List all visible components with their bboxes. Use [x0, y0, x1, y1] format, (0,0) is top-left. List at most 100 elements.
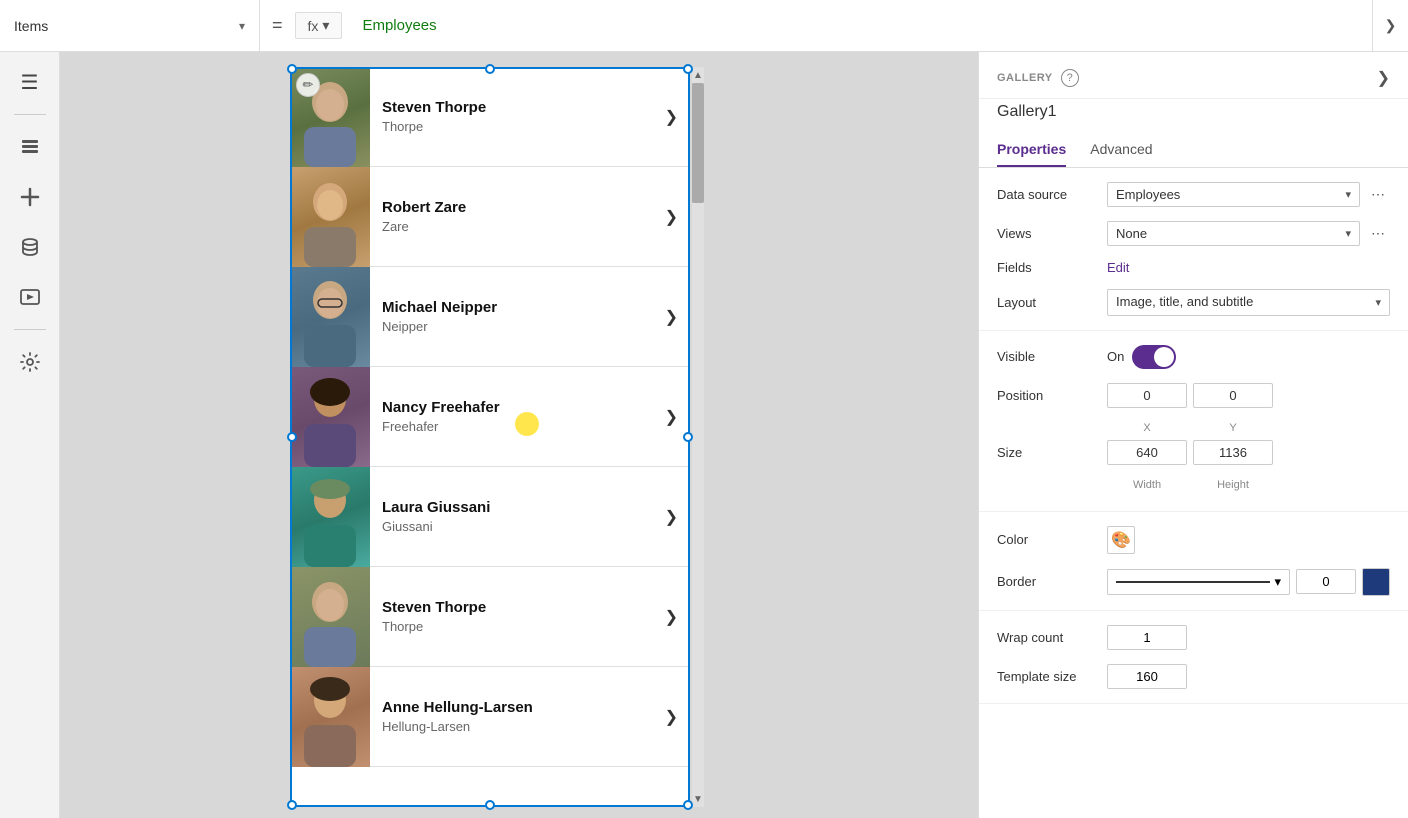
- help-icon[interactable]: ?: [1061, 69, 1079, 87]
- visible-on-label: On: [1107, 349, 1124, 364]
- visible-label: Visible: [997, 349, 1107, 364]
- fields-edit-link[interactable]: Edit: [1107, 260, 1129, 275]
- views-more-btn[interactable]: ⋯: [1366, 222, 1390, 246]
- wrap-input[interactable]: [1107, 625, 1187, 650]
- item-text-4: Laura Giussani Giussani: [370, 487, 665, 546]
- sidebar-item-layers[interactable]: [8, 125, 52, 169]
- topbar: Items ▾ = fx ▾ Employees ❯: [0, 0, 1408, 52]
- datasource-dropdown[interactable]: Employees ▾: [1107, 182, 1360, 207]
- sidebar-divider-2: [14, 329, 46, 330]
- scroll-arrow-down[interactable]: ▼: [692, 791, 704, 807]
- wrap-control: [1107, 625, 1390, 650]
- item-chevron-5: ❯: [665, 607, 690, 627]
- fx-button[interactable]: fx ▾: [295, 12, 343, 39]
- visible-section: Visible On Position X Y Size: [979, 331, 1408, 512]
- color-label: Color: [997, 532, 1107, 547]
- scroll-arrow-up[interactable]: ▲: [692, 67, 704, 83]
- views-dropdown[interactable]: None ▾: [1107, 221, 1360, 246]
- color-border-section: Color 🎨 Border ▾: [979, 512, 1408, 611]
- gallery-wrapper: ✏ Steven Thorpe Thorpe ❯: [290, 67, 690, 807]
- items-dropdown-arrow: ▾: [239, 19, 245, 33]
- tab-advanced[interactable]: Advanced: [1090, 133, 1152, 167]
- item-image-6: [290, 667, 370, 767]
- fields-row: Fields Edit: [997, 260, 1390, 275]
- canvas: ✏ Steven Thorpe Thorpe ❯: [60, 52, 978, 818]
- item-text-6: Anne Hellung-Larsen Hellung-Larsen: [370, 687, 665, 746]
- border-value-input[interactable]: [1296, 569, 1356, 594]
- position-y-input[interactable]: [1193, 383, 1273, 408]
- tab-properties[interactable]: Properties: [997, 133, 1066, 167]
- visible-toggle[interactable]: [1132, 345, 1176, 369]
- border-style-ctrl[interactable]: ▾: [1107, 569, 1290, 595]
- layout-dropdown[interactable]: Image, title, and subtitle ▾: [1107, 289, 1390, 316]
- item-name-6: Anne Hellung-Larsen: [382, 699, 653, 716]
- fields-label: Fields: [997, 260, 1107, 275]
- sidebar-item-tools[interactable]: [8, 340, 52, 384]
- item-name-2: Michael Neipper: [382, 299, 653, 316]
- items-dropdown[interactable]: Items ▾: [0, 0, 260, 51]
- item-image-4: [290, 467, 370, 567]
- views-control: None ▾ ⋯: [1107, 221, 1390, 246]
- formula-bar[interactable]: Employees: [350, 0, 1372, 51]
- item-text-5: Steven Thorpe Thorpe: [370, 587, 665, 646]
- items-dropdown-label: Items: [14, 18, 231, 34]
- datasource-more-btn[interactable]: ⋯: [1366, 183, 1390, 207]
- formula-expand-arrow[interactable]: ❯: [1372, 0, 1408, 51]
- item-name-0: Steven Thorpe: [382, 99, 653, 116]
- datasource-value: Employees: [1116, 187, 1341, 202]
- position-inputs: [1107, 383, 1390, 408]
- sidebar-item-media[interactable]: [8, 275, 52, 319]
- item-subtitle-5: Thorpe: [382, 619, 653, 634]
- formula-value: Employees: [362, 17, 436, 34]
- border-style-arrow: ▾: [1274, 574, 1281, 590]
- panel-tabs: Properties Advanced: [979, 133, 1408, 168]
- gallery-item-1[interactable]: Robert Zare Zare ❯: [290, 167, 690, 267]
- sidebar-item-add[interactable]: [8, 175, 52, 219]
- datasource-label: Data source: [997, 187, 1107, 202]
- panel-collapse-arrow[interactable]: ❯: [1377, 68, 1390, 88]
- edit-icon-overlay-0[interactable]: ✏: [296, 73, 320, 97]
- scrollbar-track[interactable]: ▲ ▼: [692, 67, 704, 807]
- position-x-input[interactable]: [1107, 383, 1187, 408]
- item-image-2: [290, 267, 370, 367]
- sidebar-divider-1: [14, 114, 46, 115]
- layout-value: Image, title, and subtitle: [1116, 294, 1371, 311]
- gallery-item-4[interactable]: Laura Giussani Giussani ❯: [290, 467, 690, 567]
- color-row: Color 🎨: [997, 526, 1390, 554]
- sidebar-item-database[interactable]: [8, 225, 52, 269]
- datasource-section: Data source Employees ▾ ⋯ Views None ▾: [979, 168, 1408, 331]
- size-width-input[interactable]: [1107, 440, 1187, 465]
- size-h-label: Height: [1193, 479, 1273, 491]
- template-input[interactable]: [1107, 664, 1187, 689]
- datasource-row: Data source Employees ▾ ⋯: [997, 182, 1390, 207]
- border-color-swatch[interactable]: [1362, 568, 1390, 596]
- size-height-input[interactable]: [1193, 440, 1273, 465]
- item-text-1: Robert Zare Zare: [370, 187, 665, 246]
- item-name-3: Nancy Freehafer: [382, 399, 653, 416]
- fields-control: Edit: [1107, 260, 1390, 275]
- gallery-item-3[interactable]: Nancy Freehafer Freehafer ❯: [290, 367, 690, 467]
- gallery-item-5[interactable]: Steven Thorpe Thorpe ❯: [290, 567, 690, 667]
- panel-header: GALLERY ? ❯: [979, 52, 1408, 99]
- gallery-item-0[interactable]: ✏ Steven Thorpe Thorpe ❯: [290, 67, 690, 167]
- item-chevron-1: ❯: [665, 207, 690, 227]
- item-image-1: [290, 167, 370, 267]
- item-text-3: Nancy Freehafer Freehafer: [370, 387, 665, 446]
- template-control: [1107, 664, 1390, 689]
- panel-title-label: GALLERY: [997, 72, 1053, 84]
- gallery-item-2[interactable]: Michael Neipper Neipper ❯: [290, 267, 690, 367]
- scroll-thumb[interactable]: [692, 83, 704, 203]
- item-subtitle-1: Zare: [382, 219, 653, 234]
- item-name-1: Robert Zare: [382, 199, 653, 216]
- datasource-control: Employees ▾ ⋯: [1107, 182, 1390, 207]
- main-area: ☰: [0, 52, 1408, 818]
- gallery-item-6[interactable]: Anne Hellung-Larsen Hellung-Larsen ❯: [290, 667, 690, 767]
- color-swatch[interactable]: 🎨: [1107, 526, 1135, 554]
- size-inputs: [1107, 440, 1390, 465]
- template-label: Template size: [997, 669, 1107, 684]
- template-row: Template size: [997, 664, 1390, 689]
- sidebar-item-hamburger[interactable]: ☰: [8, 60, 52, 104]
- size-w-label: Width: [1107, 479, 1187, 491]
- item-name-4: Laura Giussani: [382, 499, 653, 516]
- item-subtitle-2: Neipper: [382, 319, 653, 334]
